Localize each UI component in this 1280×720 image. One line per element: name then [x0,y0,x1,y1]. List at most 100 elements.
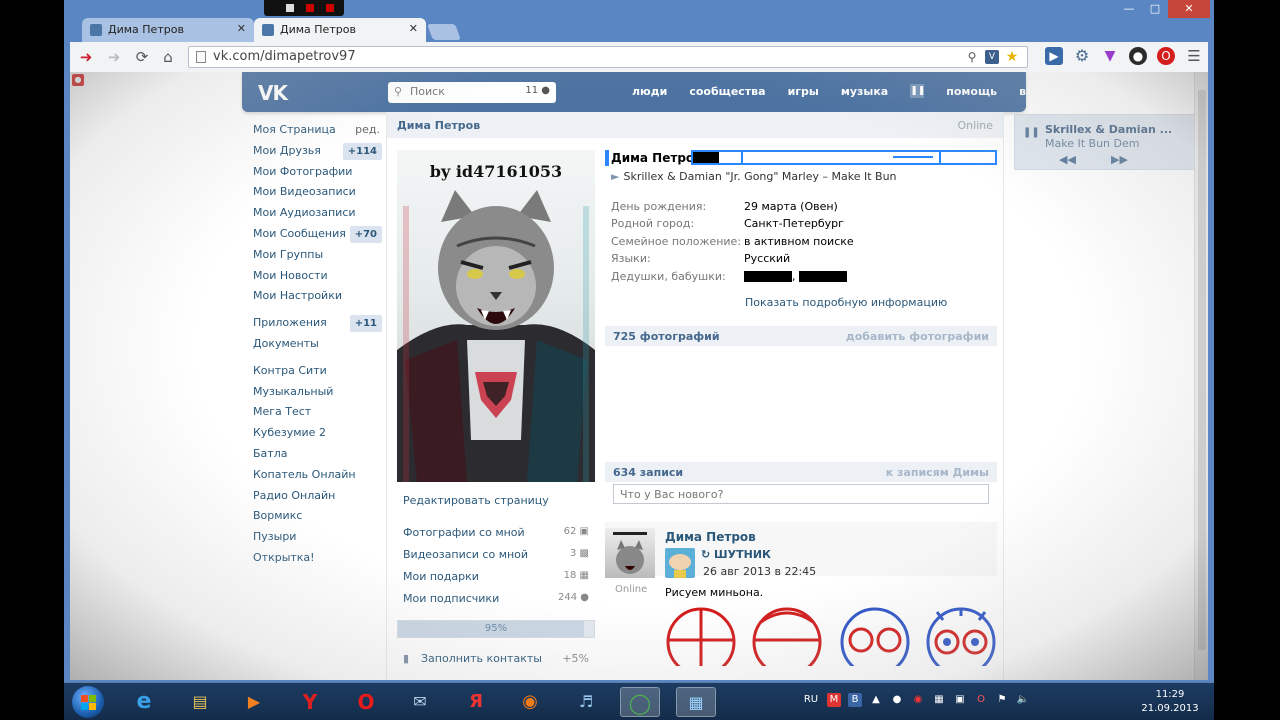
menu-people[interactable]: люди [632,85,667,98]
prev-track-icon[interactable]: ◀◀ [1059,153,1076,166]
sidebar-app[interactable]: Контра Сити [250,361,380,382]
repost-source-name[interactable]: ↻ ШУТНИК [701,548,771,561]
photos-count-link[interactable]: 725 фотографий [613,330,720,343]
sidebar-app[interactable]: Радио Онлайн [250,486,380,507]
pause-icon[interactable]: ❚❚ [1023,127,1040,141]
profile-avatar[interactable]: by id47161053 [397,150,595,482]
menu-communities[interactable]: сообщества [689,85,765,98]
volume-icon[interactable]: 🔈 [1016,693,1030,707]
close-tab-icon[interactable]: ✕ [237,22,246,35]
mail-icon[interactable]: ✉ [400,687,440,717]
wall-count-link[interactable]: 634 записи [613,466,683,479]
search-input[interactable]: ⚲ Поиск 11 ● [388,82,556,103]
player-track[interactable]: Make It Bun Dem [1045,137,1139,150]
sidebar-item-friends[interactable]: Мои Друзья +114 [250,141,382,162]
menu-music[interactable]: музыка [841,85,888,98]
sidebar-item-videos[interactable]: Мои Видеозаписи [250,182,380,203]
record-extension-icon[interactable]: ● [1129,47,1147,65]
sidebar-item-news[interactable]: Мои Новости [250,266,380,287]
status-input[interactable] [691,150,997,165]
repost-source-avatar[interactable] [665,548,695,578]
address-bar[interactable]: vk.com/dimapetrov97 ⚲ V ★ [188,46,1028,68]
media-player-icon[interactable]: ▶ [234,687,274,717]
counter-photos-with-me[interactable]: Фотографии со мной 62 ▣ [403,526,589,544]
ie-icon[interactable]: e [124,687,164,717]
display-icon[interactable]: ▣ [953,693,967,707]
vk-tray-icon[interactable]: B [848,693,862,707]
post-image[interactable] [665,606,997,677]
start-button[interactable] [72,686,104,718]
tab-2-active[interactable]: Дима Петров ✕ [254,18,426,42]
counter-followers[interactable]: Мои подписчики 244 ● [403,592,589,610]
post-author-name[interactable]: Дима Петров [665,530,756,544]
adblock-icon[interactable]: ● [72,74,84,86]
menu-icon[interactable]: ☰ [1185,47,1203,65]
vk-logo[interactable]: VK [258,81,288,105]
yandex-icon[interactable]: Я [456,687,496,717]
search-icon[interactable]: ⚲ [965,50,979,64]
sidebar-item-settings[interactable]: Мои Настройки [250,286,380,307]
tab-1[interactable]: Дима Петров ✕ [82,18,254,42]
record-tray-icon[interactable]: ◉ [911,693,925,707]
play-extension-icon[interactable]: ▶ [1045,47,1063,65]
opera-extension-icon[interactable]: O [1157,47,1175,65]
page-scrollbar[interactable] [1194,72,1208,680]
chrome-icon[interactable]: ◯ [620,687,660,717]
window-app-icon[interactable]: ▦ [676,687,716,717]
sidebar-app[interactable]: Вормикс [250,506,380,527]
yandex-browser-icon[interactable]: Y [290,687,330,717]
flag-icon[interactable]: ⚑ [995,693,1009,707]
menu-help[interactable]: помощь [946,85,997,98]
hometown-link[interactable]: Санкт-Петербург [744,217,844,230]
menu-games[interactable]: игры [788,85,819,98]
network-icon[interactable]: ▲ [869,693,883,707]
new-tab-button[interactable] [427,24,461,40]
taskbar-clock[interactable]: 11:29 21.09.2013 [1140,688,1200,716]
counter-gifts[interactable]: Мои подарки 18 ▦ [403,570,589,588]
antivirus-icon[interactable]: M [827,693,841,707]
counter-videos-with-me[interactable]: Видеозаписи со мной 3 ▩ [403,548,589,566]
sidebar-app[interactable]: Открытка! [250,548,380,569]
birthday-link[interactable]: 29 марта (Овен) [744,200,838,213]
edit-page-link[interactable]: Редактировать страницу [403,494,549,507]
sidebar-app[interactable]: Батла [250,444,380,465]
edit-link[interactable]: ред. [355,120,380,141]
sidebar-item-groups[interactable]: Мои Группы [250,245,380,266]
home-icon[interactable]: ⌂ [158,47,178,67]
fill-contacts-link[interactable]: ▮ Заполнить контакты +5% [403,652,589,665]
sidebar-item-audio[interactable]: Мои Аудиозаписи [250,203,380,224]
sidebar-item-messages[interactable]: Мои Сообщения +70 [250,224,382,245]
sidebar-item-my-page[interactable]: Моя Страница ред. [250,120,380,141]
add-photos-link[interactable]: добавить фотографии [846,330,989,343]
sidebar-app[interactable]: Кубезумие 2 [250,423,380,444]
sidebar-app[interactable]: Пузыри [250,527,380,548]
star-icon[interactable]: ★ [1005,50,1019,64]
sidebar-app[interactable]: Мега Тест [250,402,380,423]
opera-icon[interactable]: O [346,687,386,717]
reload-icon[interactable]: ⟳ [132,47,152,67]
pause-icon[interactable]: ❚❚ [910,84,925,98]
opera-tray-icon[interactable]: O [974,693,988,707]
pause-record-icon[interactable] [306,4,314,12]
player-artist[interactable]: Skrillex & Damian ... [1045,123,1191,136]
translate-icon[interactable]: V [985,50,999,64]
sidebar-app[interactable]: Музыкальный [250,382,380,403]
update-icon[interactable]: ● [890,693,904,707]
to-dima-posts-link[interactable]: к записям Димы [886,466,989,479]
show-more-info-link[interactable]: Показать подробную информацию [745,296,947,309]
relationship-link[interactable]: в активном поиске [744,235,854,248]
sidebar-item-photos[interactable]: Мои Фотографии [250,162,380,183]
language-indicator[interactable]: RU [802,693,820,707]
gear-icon[interactable]: ⚙ [1073,47,1091,65]
language-link[interactable]: Русский [744,252,790,265]
forward-icon[interactable]: ➜ [104,47,124,67]
printer-icon[interactable]: ▦ [932,693,946,707]
post-date[interactable]: 26 авг 2013 в 22:45 [703,565,816,578]
next-track-icon[interactable]: ▶▶ [1111,153,1128,166]
new-post-input[interactable]: Что у Вас нового? [613,484,989,504]
sound-app-icon[interactable]: ♬ [566,687,606,717]
camera-icon[interactable] [286,4,294,12]
sidebar-item-documents[interactable]: Документы [250,334,380,355]
now-playing-status[interactable]: ► Skrillex & Damian "Jr. Gong" Marley – M… [611,170,897,183]
stop-record-icon[interactable] [326,4,334,12]
